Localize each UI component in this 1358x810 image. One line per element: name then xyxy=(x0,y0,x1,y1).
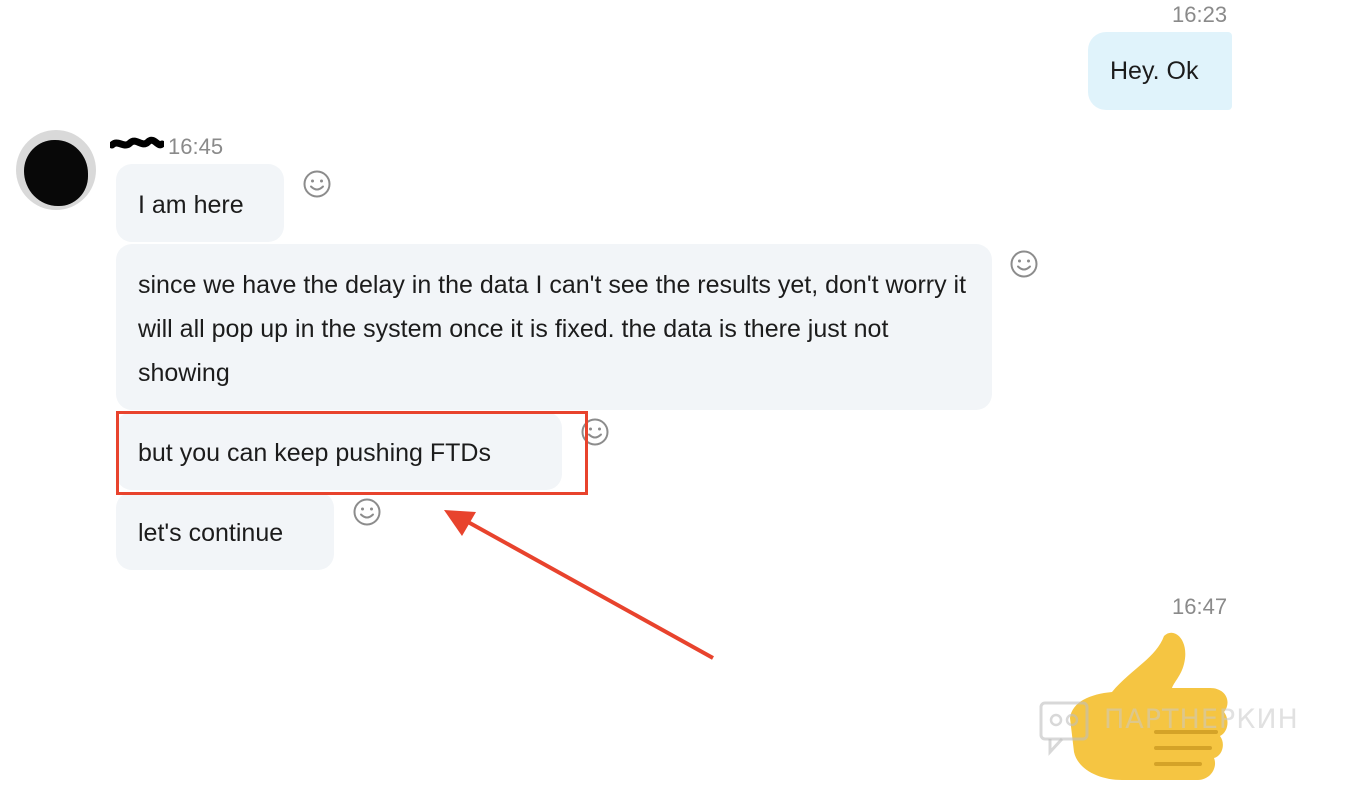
annotation-arrow xyxy=(444,510,714,660)
add-reaction-icon[interactable] xyxy=(352,497,382,527)
watermark-text: ПАРТНЕРКИН xyxy=(1104,704,1299,735)
redacted-sender-name xyxy=(110,136,164,149)
timestamp-incoming: 16:45 xyxy=(168,134,224,159)
add-reaction-icon[interactable] xyxy=(1009,249,1039,279)
message-text: I am here xyxy=(138,191,244,219)
timestamp-outgoing-2: 16:47 xyxy=(1172,594,1228,619)
message-bubble-incoming[interactable]: let's continue xyxy=(116,492,334,570)
message-text: since we have the delay in the data I ca… xyxy=(138,271,967,387)
watermark-logo-icon xyxy=(1039,701,1089,756)
highlight-annotation-box xyxy=(116,411,588,495)
message-text: let's continue xyxy=(138,519,284,547)
avatar[interactable] xyxy=(16,130,96,210)
message-bubble-outgoing[interactable]: Hey. Ok xyxy=(1088,32,1232,110)
avatar-redaction xyxy=(24,140,88,206)
message-text: Hey. Ok xyxy=(1110,57,1199,85)
add-reaction-icon[interactable] xyxy=(302,169,332,199)
timestamp-outgoing-1: 16:23 xyxy=(1172,2,1228,27)
message-bubble-incoming[interactable]: since we have the delay in the data I ca… xyxy=(116,244,992,410)
message-bubble-incoming[interactable]: I am here xyxy=(116,164,284,242)
